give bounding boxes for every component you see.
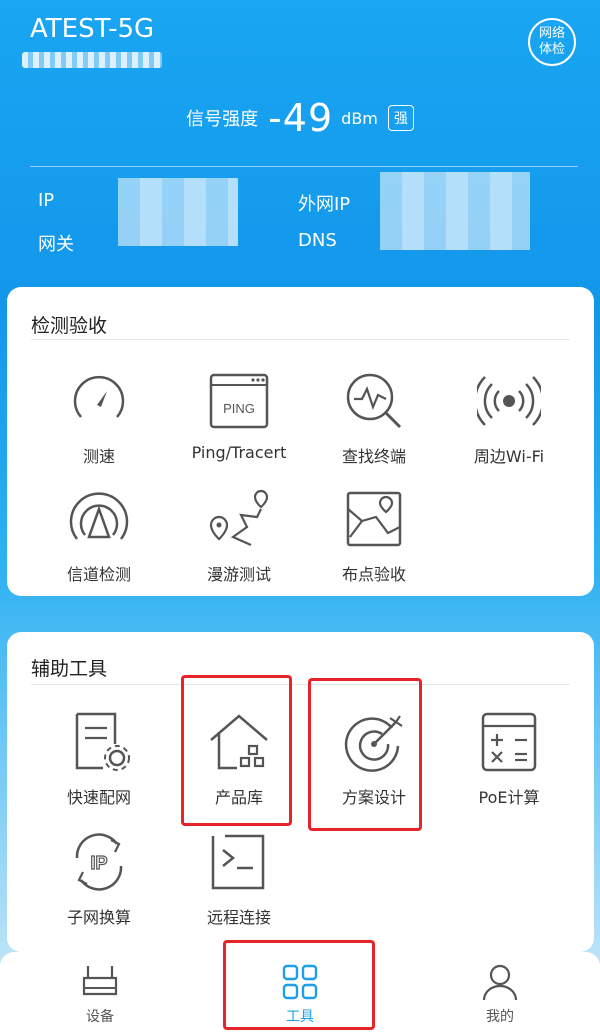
tool-speedtest[interactable]: 测速 — [29, 369, 169, 467]
highlight-product-library — [181, 675, 292, 826]
tool-remote-connect[interactable]: 远程连接 — [169, 830, 309, 928]
user-icon — [482, 964, 518, 1001]
tool-label: 子网换算 — [66, 908, 131, 927]
subnet-ip-icon: IP — [75, 833, 123, 891]
tool-channel-detect[interactable]: 信道检测 — [29, 487, 169, 585]
highlight-tab-tools — [223, 940, 375, 1030]
tool-label: Ping/Tracert — [191, 443, 287, 462]
highlight-solution-design — [308, 678, 422, 831]
search-pulse-icon — [346, 373, 402, 429]
terminal-icon — [211, 834, 265, 890]
tool-label: 布点验收 — [341, 565, 406, 584]
tool-poe-calculator[interactable]: PoE计算 — [439, 710, 579, 808]
detect-card: 检测验收 测速 PING Ping/Tracert 查找终端 周边Wi-Fi 信… — [7, 287, 594, 596]
tool-roaming-test[interactable]: 漫游测试 — [169, 487, 309, 585]
signal-label: 信号强度 — [186, 109, 259, 130]
signal-unit: dBm — [341, 108, 378, 128]
ssid-name: ATEST-5G — [30, 14, 155, 44]
tab-label: 设备 — [86, 1009, 114, 1025]
ssid-mask-blur — [22, 52, 162, 68]
tab-devices[interactable]: 设备 — [40, 962, 160, 1026]
tool-nearby-wifi[interactable]: 周边Wi-Fi — [439, 369, 579, 467]
detect-title: 检测验收 — [31, 315, 108, 337]
tab-label: 我的 — [486, 1009, 514, 1025]
tool-label: 远程连接 — [206, 908, 271, 927]
channel-icon — [69, 492, 129, 540]
detect-divider — [31, 339, 570, 340]
tool-subnet-convert[interactable]: IP 子网换算 — [29, 830, 169, 928]
tool-label: 测速 — [82, 447, 115, 466]
router-icon — [82, 966, 118, 996]
tool-label: 查找终端 — [341, 447, 406, 466]
svg-text:PING: PING — [223, 401, 255, 416]
signal-value: -49 — [268, 96, 334, 140]
tool-label: PoE计算 — [478, 788, 540, 807]
tool-ping-tracert[interactable]: PING Ping/Tracert — [169, 369, 309, 462]
tool-find-terminal[interactable]: 查找终端 — [304, 369, 444, 467]
assist-card: 辅助工具 快速配网 产品库 方案设计 PoE计算 IP 子网换算 远程连接 — [7, 632, 594, 952]
roaming-route-icon — [209, 489, 269, 547]
tool-quick-config[interactable]: 快速配网 — [29, 710, 169, 808]
gateway-label: 网关 — [38, 234, 74, 255]
network-header: ATEST-5G 网络体检 信号强度 -49 dBm 强 IP 网关 外网IP … — [0, 0, 600, 285]
wan-value-blur — [380, 172, 530, 250]
speedometer-icon — [73, 375, 125, 418]
ip-value-blur — [118, 178, 238, 246]
ip-label: IP — [38, 190, 55, 211]
tool-placement-acceptance[interactable]: 布点验收 — [304, 487, 444, 585]
assist-title: 辅助工具 — [31, 658, 108, 680]
ping-window-icon: PING — [209, 373, 269, 429]
signal-strength: 信号强度 -49 dBm 强 — [0, 96, 600, 140]
tab-profile[interactable]: 我的 — [440, 962, 560, 1026]
tool-label: 信道检测 — [66, 565, 131, 584]
quick-config-icon — [75, 712, 130, 771]
wan-ip-label: 外网IP — [298, 194, 351, 215]
tool-label: 快速配网 — [66, 788, 131, 807]
signal-quality-badge: 强 — [387, 105, 414, 131]
wifi-broadcast-icon — [477, 376, 541, 426]
tool-label: 周边Wi-Fi — [473, 447, 545, 466]
assist-divider — [31, 684, 570, 685]
tool-label: 漫游测试 — [206, 565, 271, 584]
network-check-button[interactable]: 网络体检 — [528, 18, 576, 66]
dns-label: DNS — [298, 230, 337, 251]
header-divider — [30, 166, 578, 167]
svg-text:IP: IP — [90, 853, 107, 873]
calculator-icon — [481, 712, 537, 772]
placement-map-icon — [346, 491, 402, 547]
